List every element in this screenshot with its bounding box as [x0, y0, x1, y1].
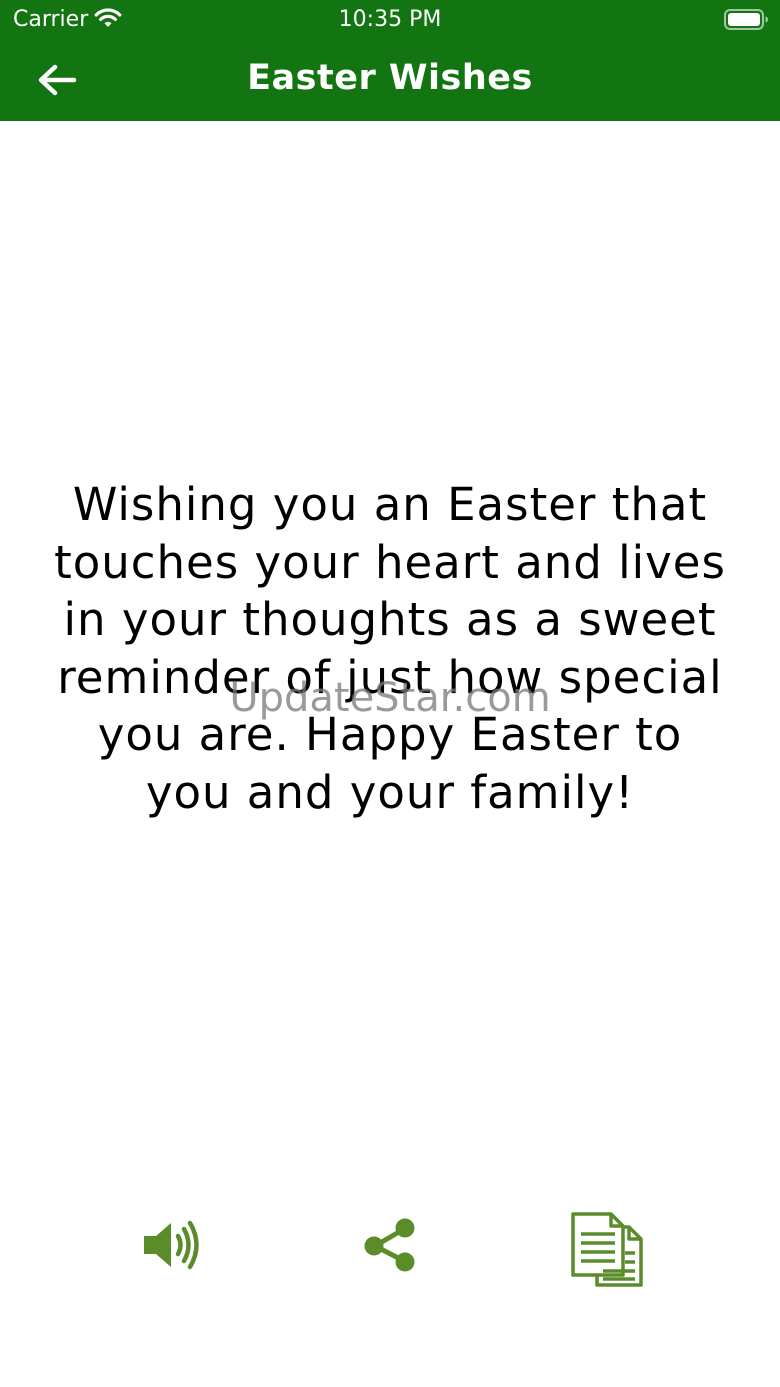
header: Carrier 10:35 PM Easter Wishes	[0, 0, 780, 121]
speaker-icon	[140, 1215, 204, 1275]
copy-button[interactable]	[556, 1195, 656, 1295]
status-time: 10:35 PM	[338, 7, 442, 32]
wish-message: Wishing you an Easter that touches your …	[54, 478, 726, 819]
action-bar	[0, 1195, 780, 1295]
battery-icon	[724, 8, 770, 32]
share-icon	[360, 1214, 420, 1276]
share-button[interactable]	[340, 1195, 440, 1295]
wish-content: Wishing you an Easter that touches your …	[0, 121, 780, 1181]
page-title: Easter Wishes	[247, 58, 533, 98]
copy-icon	[563, 1203, 649, 1287]
status-bar: Carrier 10:35 PM	[0, 0, 780, 40]
easter-wishes-screen: Carrier 10:35 PM Easter Wishes Wishing y…	[0, 0, 780, 1387]
speak-button[interactable]	[122, 1195, 222, 1295]
navigation-bar: Easter Wishes	[0, 40, 780, 121]
